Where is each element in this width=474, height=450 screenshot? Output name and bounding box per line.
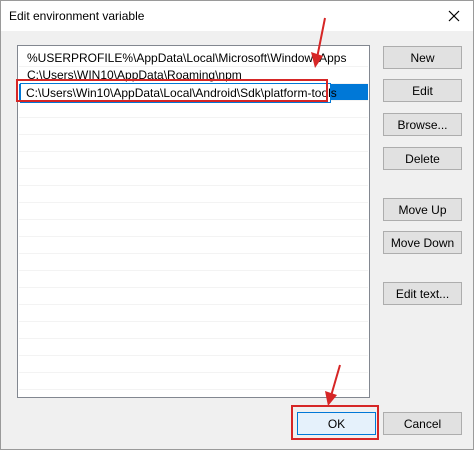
empty-row[interactable] bbox=[19, 373, 368, 390]
browse-button[interactable]: Browse... bbox=[383, 113, 462, 136]
dialog-title: Edit environment variable bbox=[9, 9, 145, 23]
edit-button[interactable]: Edit bbox=[383, 79, 462, 102]
edit-text-button[interactable]: Edit text... bbox=[383, 282, 462, 305]
path-list[interactable]: %USERPROFILE%\AppData\Local\Microsoft\Wi… bbox=[17, 45, 370, 398]
empty-row[interactable] bbox=[19, 169, 368, 186]
empty-row[interactable] bbox=[19, 203, 368, 220]
empty-row[interactable] bbox=[19, 237, 368, 254]
empty-row[interactable] bbox=[19, 118, 368, 135]
empty-row[interactable] bbox=[19, 101, 368, 118]
list-item-label: C:\Users\WIN10\AppData\Roaming\npm bbox=[27, 68, 242, 82]
move-up-button[interactable]: Move Up bbox=[383, 198, 462, 221]
empty-row[interactable] bbox=[19, 305, 368, 322]
empty-row[interactable] bbox=[19, 288, 368, 305]
empty-row[interactable] bbox=[19, 356, 368, 373]
close-button[interactable] bbox=[443, 5, 465, 27]
close-icon bbox=[448, 10, 460, 22]
cancel-button[interactable]: Cancel bbox=[383, 412, 462, 435]
empty-row[interactable] bbox=[19, 254, 368, 271]
empty-row[interactable] bbox=[19, 152, 368, 169]
ok-button[interactable]: OK bbox=[297, 412, 376, 435]
empty-row[interactable] bbox=[19, 135, 368, 152]
empty-row[interactable] bbox=[19, 322, 368, 339]
move-down-button[interactable]: Move Down bbox=[383, 231, 462, 254]
empty-row[interactable] bbox=[19, 339, 368, 356]
path-edit-input[interactable]: C:\Users\Win10\AppData\Local\Android\Sdk… bbox=[20, 83, 337, 103]
empty-row[interactable] bbox=[19, 186, 368, 203]
empty-row[interactable] bbox=[19, 220, 368, 237]
edit-environment-variable-dialog: Edit environment variable %USERPROFILE%\… bbox=[0, 0, 474, 450]
title-bar: Edit environment variable bbox=[1, 1, 473, 31]
delete-button[interactable]: Delete bbox=[383, 147, 462, 170]
arrow-down-icon bbox=[311, 17, 326, 68]
new-button[interactable]: New bbox=[383, 46, 462, 69]
arrow-down-icon bbox=[325, 364, 341, 406]
empty-row[interactable] bbox=[19, 271, 368, 288]
list-item-label: %USERPROFILE%\AppData\Local\Microsoft\Wi… bbox=[27, 51, 347, 65]
